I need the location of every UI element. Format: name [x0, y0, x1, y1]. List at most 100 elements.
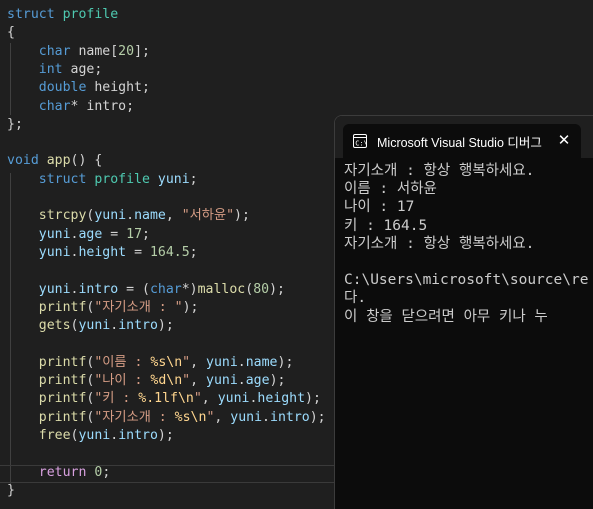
- code-token: *): [181, 281, 198, 297]
- code-token: 20: [118, 43, 135, 59]
- code-token: yuni: [206, 354, 238, 370]
- console-app-icon: C:\: [353, 134, 367, 148]
- console-tab[interactable]: C:\ Microsoft Visual Studio 디버그 ✕: [343, 124, 581, 158]
- code-token: age: [78, 226, 103, 242]
- code-token: yuni: [78, 427, 111, 443]
- code-token: ,: [165, 208, 182, 224]
- code-token: }: [7, 482, 15, 498]
- code-token: %s: [150, 354, 167, 370]
- code-token: char: [38, 43, 71, 59]
- code-token: ": [182, 373, 191, 388]
- console-line: 자기소개 : 항상 행복하세요.: [344, 235, 535, 252]
- code-token: yuni: [230, 409, 263, 425]
- code-token: ;: [102, 464, 111, 480]
- code-line: printf("자기소개 : %s\n", yuni.intro);: [7, 409, 326, 427]
- code-token: age;: [62, 61, 103, 77]
- code-token: yuni: [217, 391, 250, 407]
- code-token: ,: [201, 391, 218, 407]
- code-token: %s: [174, 409, 191, 425]
- code-token: );: [157, 318, 174, 334]
- code-token: 164.5: [149, 244, 190, 260]
- code-token: yuni: [157, 171, 190, 187]
- code-token: \n: [190, 409, 207, 425]
- console-line: 자기소개 : 항상 행복하세요.: [344, 163, 535, 179]
- code-token: \n: [166, 373, 183, 388]
- code-token: profile: [62, 7, 119, 22]
- code-token: free: [38, 427, 71, 443]
- code-token: = (: [118, 281, 150, 297]
- code-token: * intro;: [70, 98, 135, 114]
- code-line: yuni.intro = (char*)malloc(80);: [7, 281, 285, 299]
- code-token: age: [245, 373, 270, 388]
- code-token: yuni: [206, 373, 238, 388]
- code-token: void: [7, 153, 39, 169]
- code-token: struct: [7, 7, 55, 22]
- code-token: height: [257, 391, 306, 407]
- code-token: =: [126, 244, 150, 260]
- code-token: ;: [142, 226, 150, 242]
- console-line: 나이 : 17: [344, 199, 415, 216]
- code-token: .: [237, 373, 246, 388]
- code-token: char: [38, 98, 71, 114]
- code-token: 17: [126, 226, 143, 242]
- code-token: intro: [78, 281, 119, 297]
- console-line: 이 창을 닫으려면 아무 키나 누: [344, 308, 548, 325]
- code-token: int: [38, 61, 63, 77]
- console-tab-title: Microsoft Visual Studio 디버그: [377, 136, 542, 150]
- code-line: struct profile: [7, 6, 118, 24]
- console-line: 키 : 164.5: [344, 217, 428, 234]
- code-token: yuni: [38, 281, 71, 297]
- code-token: height;: [86, 80, 150, 96]
- code-token: () {: [70, 153, 103, 169]
- code-line: strcpy(yuni.name, "서하윤");: [7, 207, 250, 225]
- code-line: };: [7, 116, 23, 134]
- console-titlebar: C:\ Microsoft Visual Studio 디버그 ✕: [335, 116, 593, 158]
- code-token: \n: [166, 354, 183, 370]
- code-token: printf: [38, 391, 87, 407]
- close-icon[interactable]: ✕: [554, 130, 574, 150]
- code-token: "이름 :: [94, 354, 151, 370]
- code-token: ,: [190, 354, 207, 370]
- code-line: printf("이름 : %s\n", yuni.name);: [7, 354, 294, 372]
- code-token: name: [245, 354, 278, 370]
- code-token: %d: [150, 373, 167, 388]
- code-token: "자기소개 : ": [94, 299, 183, 315]
- code-token: printf: [38, 354, 87, 370]
- code-token: ;: [189, 171, 198, 187]
- svg-text:C:\: C:\: [355, 140, 367, 148]
- code-token: .: [262, 409, 270, 425]
- code-token: double: [38, 80, 87, 96]
- code-line: void app() {: [7, 152, 102, 170]
- console-line: C:\Users\microsoft\source\re: [344, 272, 589, 289]
- code-token: .: [237, 354, 246, 370]
- code-token: ": [182, 354, 191, 370]
- code-line: printf("키 : %.1lf\n", yuni.height);: [7, 390, 321, 408]
- code-token: app: [46, 153, 71, 169]
- code-token: intro: [270, 409, 310, 425]
- console-window[interactable]: C:\ Microsoft Visual Studio 디버그 ✕ 자기소개 :…: [334, 115, 593, 509]
- code-line: free(yuni.intro);: [7, 427, 174, 445]
- code-token: "서하윤": [181, 208, 235, 224]
- code-token: ,: [190, 373, 207, 388]
- code-line: {: [7, 24, 15, 42]
- code-token: malloc: [197, 281, 246, 297]
- code-token: printf: [38, 299, 87, 315]
- code-token: return: [38, 464, 87, 480]
- console-line: 다.: [344, 290, 367, 307]
- code-token: .: [110, 318, 119, 334]
- code-token: );: [182, 299, 199, 315]
- code-token: %.1lf: [138, 391, 178, 407]
- code-token: \n: [177, 391, 194, 407]
